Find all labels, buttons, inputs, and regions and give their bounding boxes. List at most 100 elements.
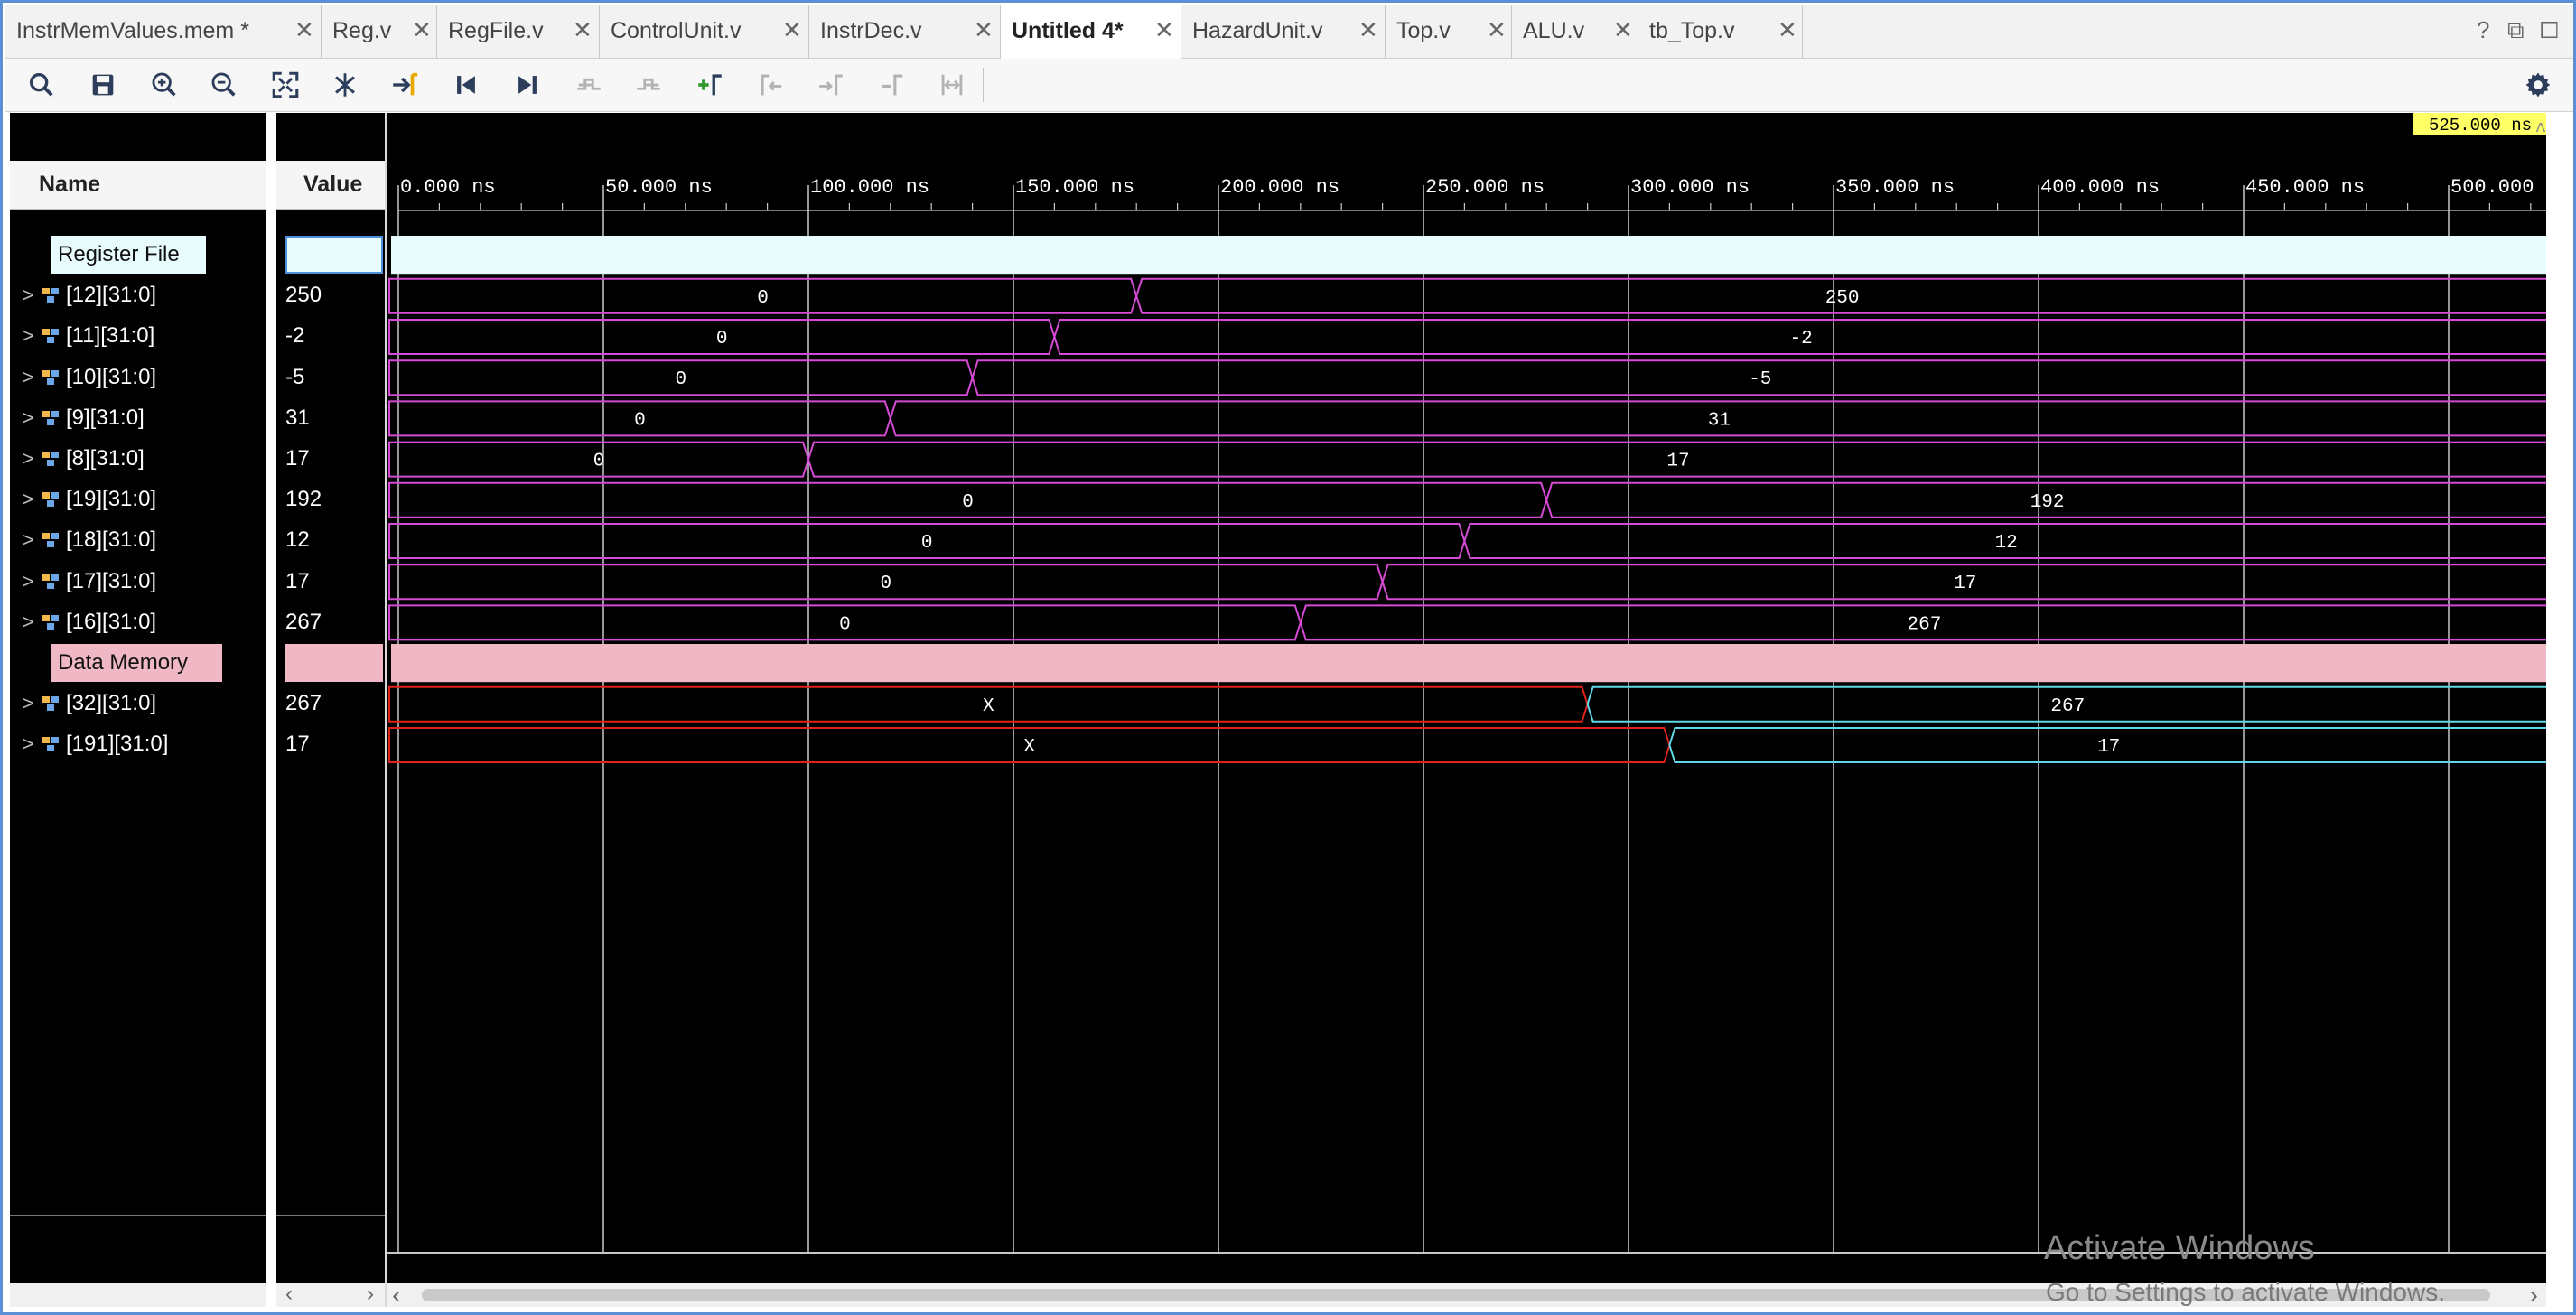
name-pane-scrollbar[interactable] [10,1283,266,1307]
close-icon[interactable]: ✕ [1487,16,1507,44]
add-marker-icon[interactable] [690,66,730,104]
signal-name: [8][31:0] [66,446,145,471]
wave-value-before: 0 [880,574,891,594]
close-icon[interactable]: ✕ [573,16,593,44]
time-tick-label: 300.000 ns [1630,176,1750,199]
signal-row[interactable]: > [191][31:0] [15,724,169,764]
search-icon[interactable] [22,66,61,104]
expand-chevron-icon[interactable]: > [15,284,41,307]
bus-signal-icon [42,696,59,712]
bus-signal-icon [42,492,59,508]
tab-hazardunit[interactable]: HazardUnit.v ✕ [1181,5,1386,58]
go-to-end-icon[interactable] [508,66,547,104]
signal-row[interactable]: > [12][31:0] [15,275,157,315]
signal-row[interactable]: > [11][31:0] [15,316,155,356]
signal-row[interactable]: > [17][31:0] [15,562,157,602]
signal-row[interactable]: > [16][31:0] [15,602,157,642]
bus-signal-icon [42,452,59,466]
tab-label: InstrDec.v [820,18,922,43]
maximize-icon[interactable]: ⧠ [2540,16,2559,45]
waveform-area: Name Register File > [12][31:0] > [11][31:0]… [10,113,2546,1307]
name-column-header[interactable]: Name [10,161,266,210]
expand-chevron-icon[interactable]: > [15,406,41,430]
wave-value-after: 17 [2097,737,2120,758]
tab-instrmemvalues[interactable]: InstrMemValues.mem * ✕ [5,5,322,58]
wave-value-before: 0 [634,410,646,431]
expand-chevron-icon[interactable]: > [15,692,41,715]
scroll-left-icon[interactable]: ‹ [285,1282,293,1307]
wave-value-before: X [983,696,994,717]
scroll-right-icon[interactable]: › [367,1282,374,1307]
expand-chevron-icon[interactable]: > [15,366,41,389]
wave-value-after: 250 [1825,288,1860,309]
close-icon[interactable]: ✕ [412,16,432,44]
zoom-out-icon[interactable] [204,66,244,104]
group-data-memory[interactable]: Data Memory [51,644,222,682]
close-icon[interactable]: ✕ [1778,16,1797,44]
tab-regfile[interactable]: RegFile.v ✕ [437,5,600,58]
group-band [391,644,2546,683]
tab-instrdec[interactable]: InstrDec.v ✕ [809,5,1001,58]
signal-row[interactable]: > [18][31:0] [15,520,157,560]
tab-label: ALU.v [1523,18,1585,43]
wave-value-before: 0 [839,614,851,635]
signal-value: 267 [285,609,322,634]
expand-chevron-icon[interactable]: > [15,732,41,756]
expand-chevron-icon[interactable]: > [15,488,41,511]
go-to-start-icon[interactable] [446,66,486,104]
close-icon[interactable]: ✕ [1613,16,1633,44]
zoom-in-icon[interactable] [145,66,184,104]
signal-row[interactable]: > [9][31:0] [15,398,145,438]
group-register-file[interactable]: Register File [51,236,206,274]
tab-alu[interactable]: ALU.v ✕ [1512,5,1638,58]
help-icon[interactable]: ? [2477,16,2489,44]
close-icon[interactable]: ✕ [1358,16,1378,44]
settings-gear-icon[interactable] [2518,66,2558,104]
expand-chevron-icon[interactable]: > [15,447,41,471]
expand-chevron-icon[interactable]: > [15,570,41,593]
close-icon[interactable]: ✕ [1154,16,1174,44]
toolbar-divider [983,68,984,102]
tab-label: ControlUnit.v [611,18,742,43]
close-icon[interactable]: ✕ [974,16,994,44]
wave-value-after: 17 [1954,574,1976,594]
signal-row[interactable]: > [32][31:0] [15,684,157,723]
column-divider[interactable] [266,113,276,1307]
expand-chevron-icon[interactable]: > [15,324,41,348]
expand-chevron-icon[interactable]: > [15,611,41,634]
wave-value-before: 0 [675,369,686,390]
tab-label: Untitled 4* [1012,18,1124,43]
close-icon[interactable]: ✕ [294,16,314,44]
value-pane-scrollbar[interactable]: ‹ › [276,1282,385,1307]
tab-top[interactable]: Top.v ✕ [1386,5,1512,58]
group-value-cell[interactable] [285,236,383,274]
wave-value-after: 31 [1708,410,1731,431]
go-to-cursor-icon[interactable] [385,66,425,104]
cursor-time-label: 525.000 ns [2429,116,2532,135]
tab-reg[interactable]: Reg.v ✕ [322,5,437,58]
signal-row[interactable]: > [10][31:0] [15,358,157,397]
signal-name: [19][31:0] [66,487,157,512]
save-icon[interactable] [83,66,123,104]
wave-value-after: -2 [1790,329,1813,350]
time-tick-label: 0.000 ns [400,176,496,199]
value-header-label: Value [303,172,363,197]
tab-untitled-4[interactable]: Untitled 4* ✕ [1001,5,1181,59]
value-column-header[interactable]: Value [276,161,385,210]
tab-tb-top[interactable]: tb_Top.v ✕ [1638,5,1803,58]
signal-value: 192 [285,487,322,512]
restore-icon[interactable]: ⧉ [2507,16,2525,45]
waveform-canvas[interactable]: 525.000 ns 0.000 ns 50.000 ns 100.000 ns 150… [387,113,2546,1307]
cursor-marker-icon[interactable] [325,66,365,104]
time-tick-label: 200.000 ns [1220,176,1339,199]
signal-row[interactable]: > [19][31:0] [15,480,157,519]
tab-label: Reg.v [332,18,392,43]
tab-label: Top.v [1396,18,1451,43]
signal-row[interactable]: > [8][31:0] [15,439,145,479]
group-value-cell[interactable] [285,644,383,682]
tab-controlunit[interactable]: ControlUnit.v ✕ [600,5,809,58]
expand-chevron-icon[interactable]: > [15,528,41,552]
close-icon[interactable]: ✕ [782,16,802,44]
zoom-fit-icon[interactable] [266,66,305,104]
activation-watermark-subtext: Go to Settings to activate Windows. [2046,1278,2445,1306]
